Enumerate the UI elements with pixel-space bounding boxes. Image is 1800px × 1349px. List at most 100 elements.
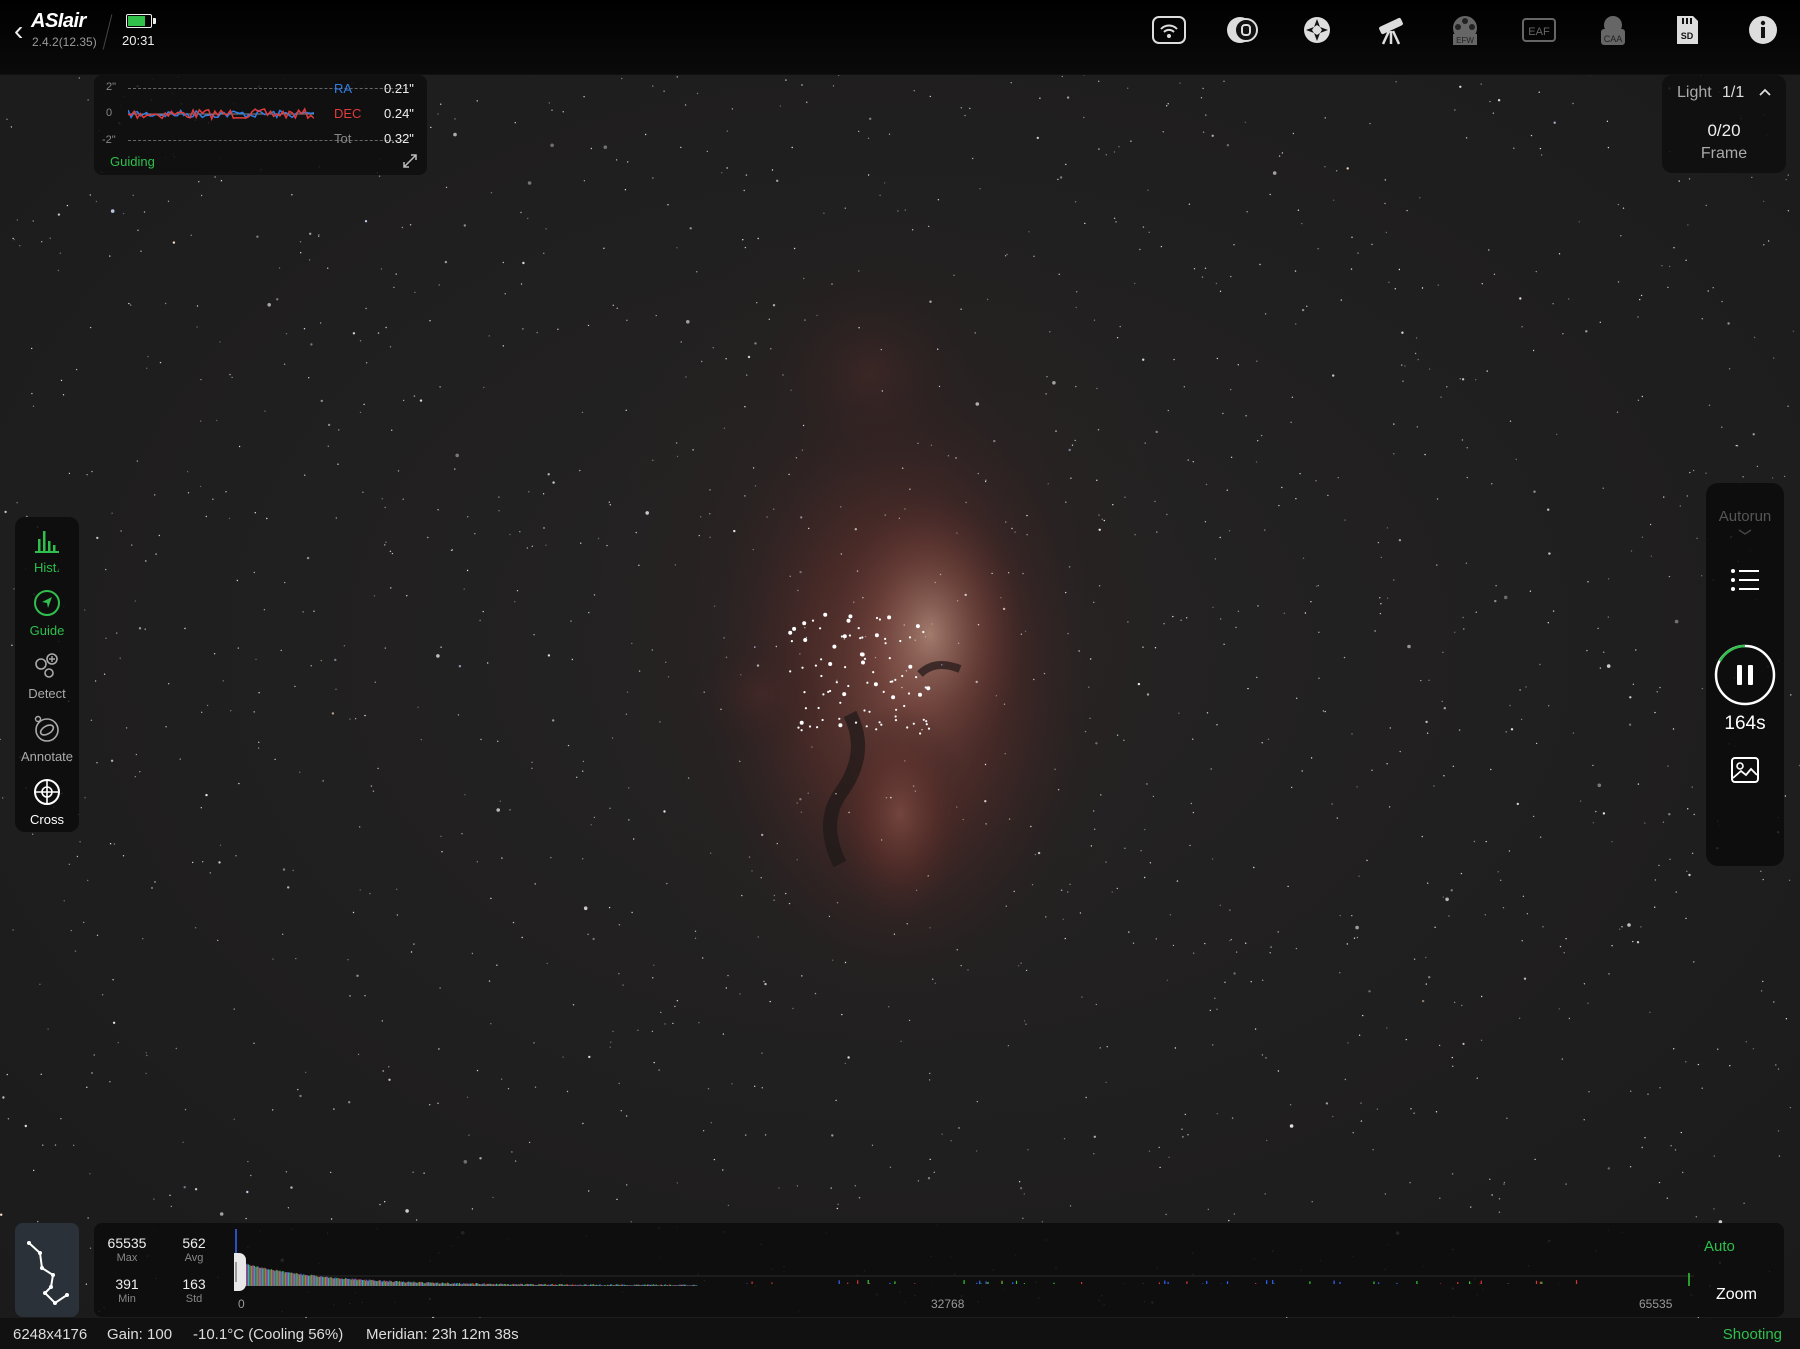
star: [1475, 611, 1478, 613]
star: [1245, 942, 1247, 944]
star: [479, 1157, 482, 1160]
sky-map-thumbnail[interactable]: [15, 1223, 79, 1317]
star: [828, 915, 831, 918]
expand-icon[interactable]: [402, 153, 418, 169]
guiding-graph-panel[interactable]: 2" 0 -2" RA DEC Tot 0.21" 0.24" 0.32" Gu…: [94, 75, 427, 175]
star: [1461, 1004, 1463, 1007]
chevron-up-icon[interactable]: [1758, 87, 1772, 97]
guide-tool-button[interactable]: Guide: [15, 583, 79, 643]
star: [744, 495, 746, 497]
star: [1635, 649, 1637, 651]
star: [761, 1087, 763, 1089]
gallery-icon[interactable]: [1730, 756, 1760, 784]
star: [1262, 979, 1264, 981]
star: [231, 376, 233, 379]
star: [880, 723, 883, 726]
stat-avg-label: Avg: [184, 1252, 204, 1264]
star: [1592, 764, 1594, 767]
star: [1067, 632, 1069, 635]
star: [310, 343, 313, 346]
star: [1318, 677, 1320, 679]
autorun-label[interactable]: Autorun: [1706, 508, 1784, 525]
star: [1697, 1063, 1700, 1066]
wifi-icon[interactable]: [1148, 12, 1190, 48]
star: [915, 624, 920, 629]
filter-wheel-icon[interactable]: EFW: [1444, 12, 1486, 48]
star: [1211, 858, 1214, 860]
star: [474, 533, 476, 535]
star: [869, 117, 872, 120]
star: [1189, 844, 1191, 847]
star: [1020, 962, 1022, 964]
star: [382, 1070, 384, 1072]
star: [1055, 430, 1057, 432]
detect-tool-button[interactable]: Detect: [15, 646, 79, 706]
list-icon[interactable]: [1730, 567, 1760, 593]
star: [1563, 952, 1565, 954]
star: [1607, 616, 1610, 618]
svg-text:SD: SD: [1681, 31, 1694, 41]
star: [1701, 575, 1703, 577]
star: [1063, 1138, 1066, 1140]
frame-counter-panel[interactable]: Light 1/1 0/20 Frame: [1662, 75, 1786, 173]
star: [302, 611, 304, 613]
pause-button[interactable]: [1713, 643, 1777, 707]
star: [356, 974, 359, 977]
info-icon[interactable]: [1742, 12, 1784, 48]
star: [304, 474, 306, 476]
star: [1427, 882, 1429, 884]
star: [1090, 845, 1093, 847]
sd-card-icon[interactable]: SD: [1666, 12, 1708, 48]
star: [1301, 308, 1305, 312]
rotator-icon[interactable]: CAA: [1592, 12, 1634, 48]
star: [1705, 472, 1707, 474]
star: [1481, 283, 1484, 285]
guide-scope-icon[interactable]: [1296, 12, 1338, 48]
star: [1317, 584, 1320, 587]
auto-stretch-button[interactable]: Auto: [1704, 1238, 1735, 1255]
star: [543, 527, 545, 529]
star: [1753, 336, 1756, 339]
star: [1402, 380, 1404, 382]
star: [1023, 1193, 1025, 1195]
histogram-plot[interactable]: [234, 1227, 1694, 1307]
star: [497, 740, 499, 742]
star: [263, 609, 266, 611]
star: [1140, 850, 1142, 852]
star: [437, 509, 439, 511]
star: [466, 569, 469, 572]
star: [378, 175, 381, 177]
zoom-button[interactable]: Zoom: [1716, 1286, 1757, 1304]
star: [912, 785, 915, 787]
star: [606, 544, 608, 547]
star: [349, 995, 351, 997]
star: [374, 681, 376, 683]
star: [867, 137, 870, 139]
frame-type[interactable]: Light: [1677, 84, 1712, 102]
hist-tool-button[interactable]: Hist.: [15, 520, 79, 580]
star: [881, 390, 883, 392]
telescope-mount-icon[interactable]: [1370, 12, 1412, 48]
star: [216, 419, 218, 422]
cross-tool-button[interactable]: Cross: [15, 772, 79, 832]
star: [941, 664, 943, 666]
annotate-tool-button[interactable]: Annotate: [15, 709, 79, 769]
star: [744, 406, 746, 408]
camera-icon[interactable]: [1222, 12, 1264, 48]
star: [1353, 937, 1356, 939]
star: [1193, 952, 1195, 954]
star: [567, 744, 570, 747]
star: [1405, 1038, 1408, 1041]
star: [1098, 585, 1101, 587]
focuser-icon[interactable]: EAF: [1518, 12, 1560, 48]
star: [1327, 494, 1329, 497]
star: [395, 273, 397, 275]
star: [1421, 835, 1424, 838]
star: [1572, 102, 1574, 105]
star: [796, 802, 798, 804]
star: [840, 635, 844, 638]
chevron-down-icon[interactable]: [1737, 527, 1753, 537]
star: [122, 212, 125, 215]
star: [285, 1171, 288, 1173]
star: [1419, 197, 1421, 199]
